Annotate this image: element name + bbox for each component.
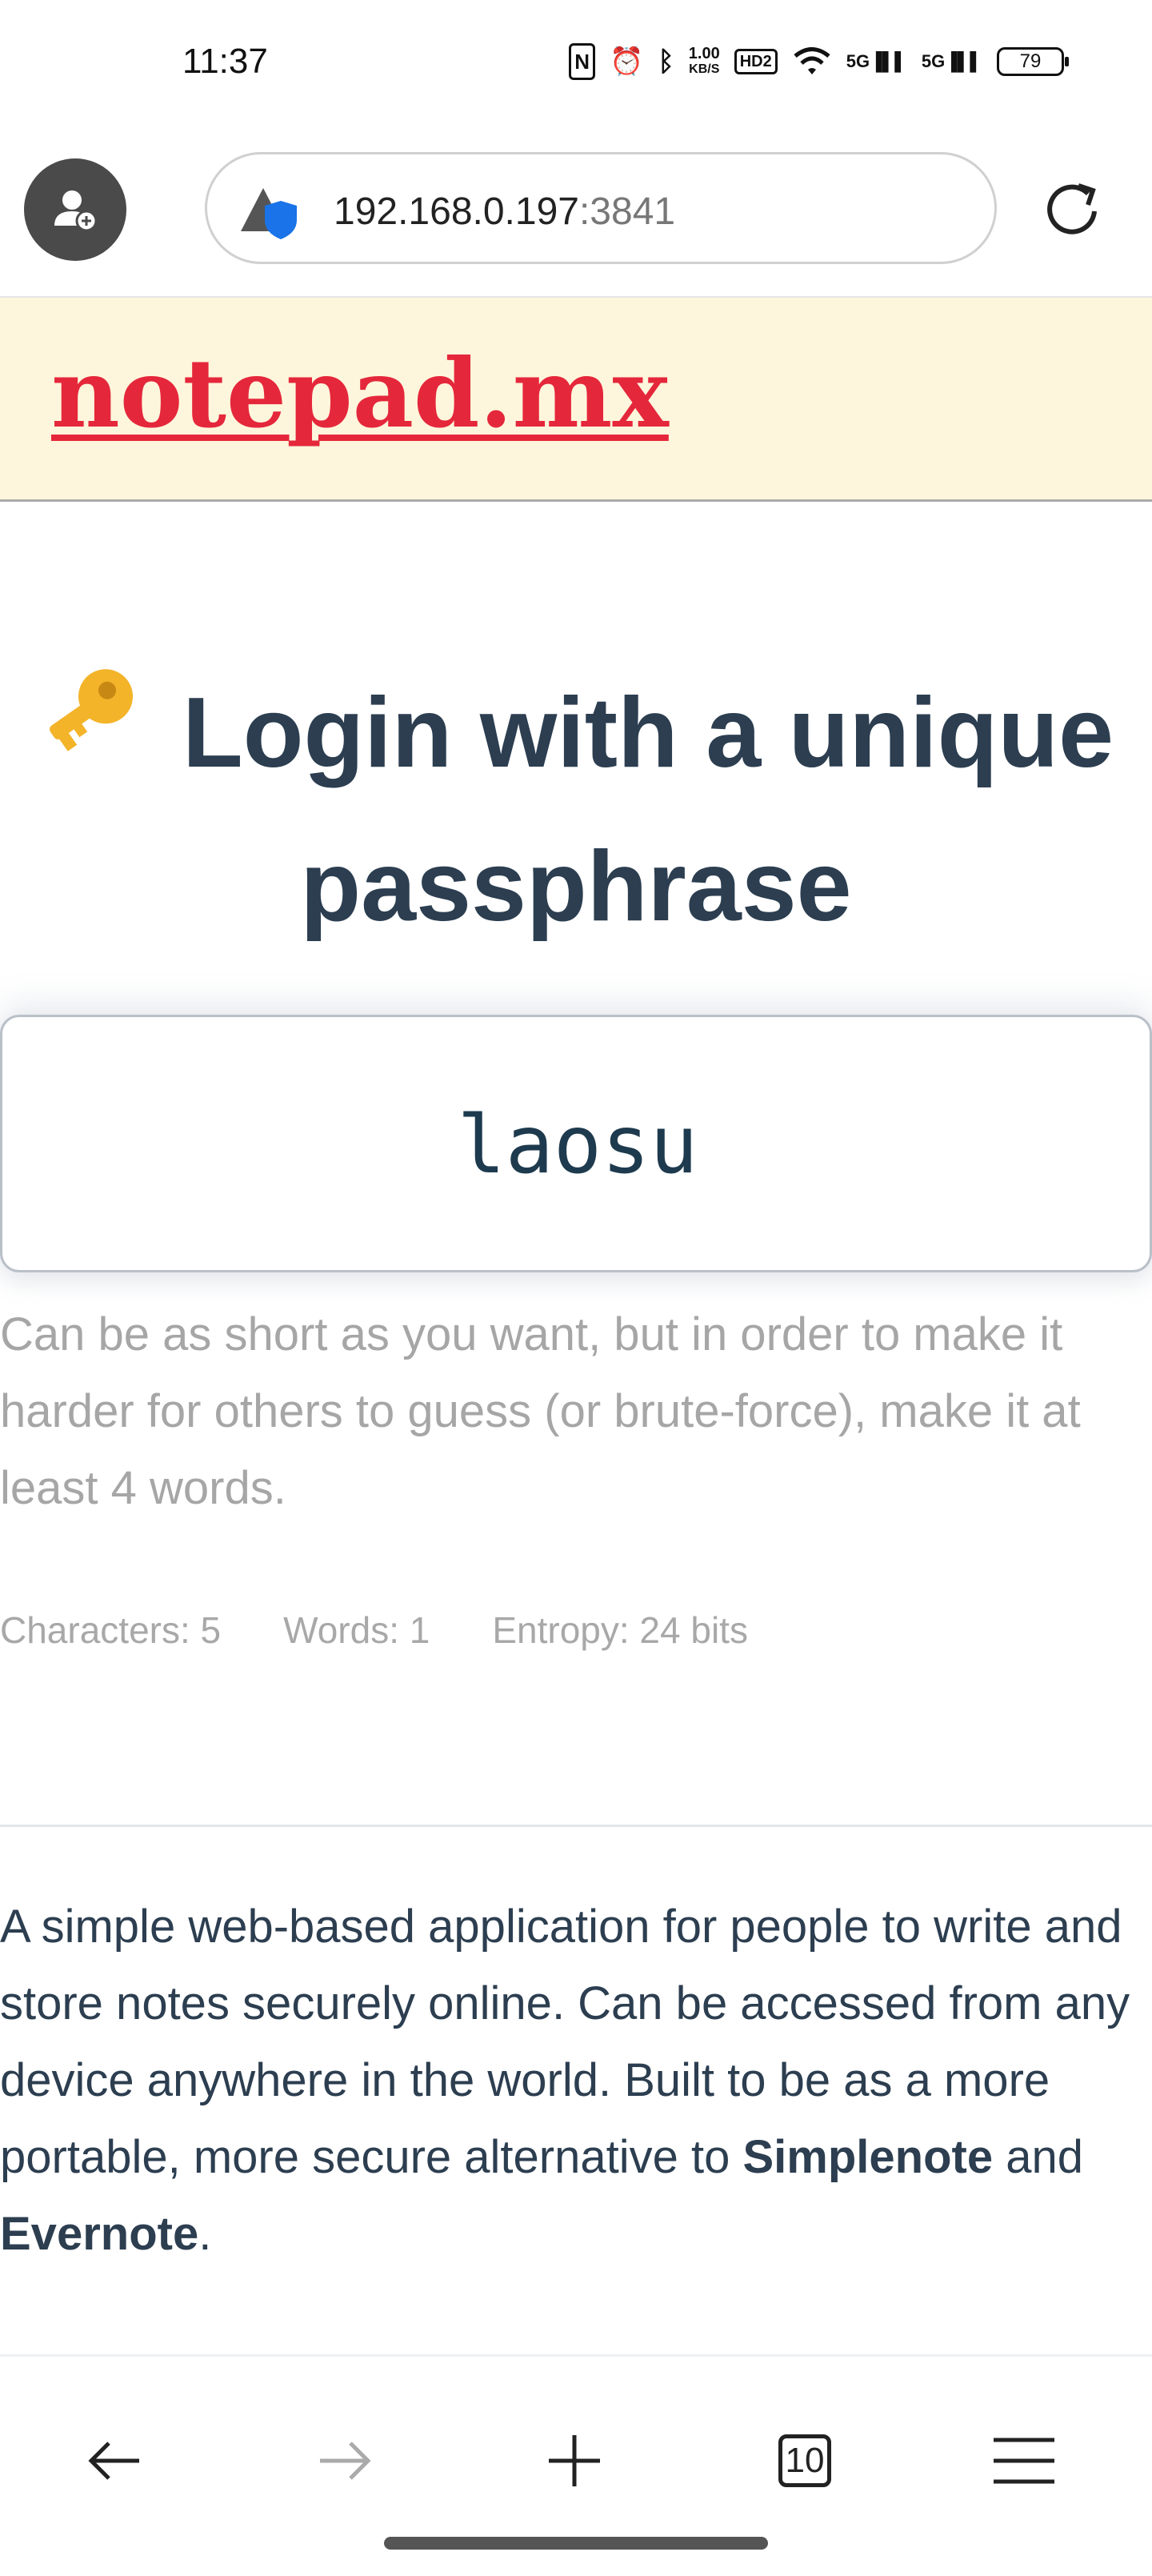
profile-button[interactable] [24, 158, 126, 261]
nfc-icon: N [569, 43, 596, 80]
hd-voice-badge: HD2 [734, 49, 778, 74]
add-user-icon [54, 190, 98, 232]
key-icon [49, 669, 133, 751]
tabs-button[interactable]: 10 [757, 2413, 853, 2509]
words-count: Words: 1 [283, 1609, 430, 1651]
arrow-right-icon [320, 2442, 371, 2480]
network-speed-value: 1.00 [688, 45, 720, 62]
page-title-text: Login with a unique passphrase [182, 678, 1114, 942]
signal-5g-2: 5G▐▌▌ [921, 51, 982, 71]
signal-5g-1: 5G▐▌▌ [846, 51, 907, 71]
status-time: 11:37 [182, 42, 268, 81]
alarm-icon: ⏰ [610, 46, 644, 77]
url-port: :3841 [578, 190, 676, 233]
shield-warning-icon [241, 188, 297, 239]
new-tab-button[interactable] [526, 2413, 622, 2509]
signal-5g-2-label: 5G [921, 51, 946, 71]
evernote-name: Evernote [0, 2208, 199, 2260]
simplenote-name: Simplenote [742, 2131, 994, 2183]
wifi-icon [794, 47, 830, 74]
passphrase-input[interactable] [2, 1017, 1152, 1272]
tabs-count: 10 [778, 2434, 831, 2487]
status-icons: N ⏰ ᛒ 1.00 KB/S HD2 5G▐▌▌ 5G▐▌▌ 79 [569, 43, 1069, 80]
page-title: Login with a unique passphrase [32, 656, 1120, 963]
network-speed: 1.00 KB/S [689, 46, 720, 78]
url-text: 192.168.0.197:3841 [334, 190, 675, 234]
about-text-period: . [198, 2208, 212, 2260]
about-text: A simple web-based application for peopl… [0, 1889, 1152, 2273]
network-speed-unit: KB/S [689, 62, 720, 76]
bluetooth-icon: ᛒ [658, 46, 674, 77]
passphrase-stats: Characters: 5 Words: 1 Entropy: 24 bits [0, 1608, 748, 1652]
entropy-value: Entropy: 24 bits [492, 1609, 748, 1651]
site-logo-link[interactable]: notepad.mx [51, 338, 669, 449]
signal-5g-1-label: 5G [846, 51, 870, 71]
arrow-left-icon [88, 2442, 139, 2480]
address-bar[interactable]: 192.168.0.197:3841 [205, 152, 997, 264]
home-indicator[interactable] [384, 2537, 768, 2550]
battery-level: 79 [1019, 50, 1042, 72]
back-button[interactable] [67, 2413, 163, 2509]
status-bar: 11:37 N ⏰ ᛒ 1.00 KB/S HD2 5G▐▌▌ 5G▐▌▌ 79 [0, 0, 1152, 128]
menu-button[interactable] [976, 2413, 1072, 2509]
hamburger-menu-icon [994, 2438, 1054, 2484]
section-divider [0, 1825, 1152, 1827]
plus-icon [549, 2435, 600, 2486]
about-text-and: and [993, 2131, 1083, 2183]
forward-button[interactable] [296, 2413, 392, 2509]
reload-icon[interactable] [1040, 176, 1104, 240]
site-header: notepad.mx [0, 298, 1152, 502]
url-host: 192.168.0.197 [334, 190, 579, 233]
passphrase-field[interactable] [0, 1015, 1152, 1272]
characters-count: Characters: 5 [0, 1609, 222, 1651]
passphrase-hint: Can be as short as you want, but in orde… [0, 1308, 1081, 1514]
browser-toolbar: 192.168.0.197:3841 [0, 128, 1152, 298]
battery-indicator: 79 [997, 47, 1069, 76]
